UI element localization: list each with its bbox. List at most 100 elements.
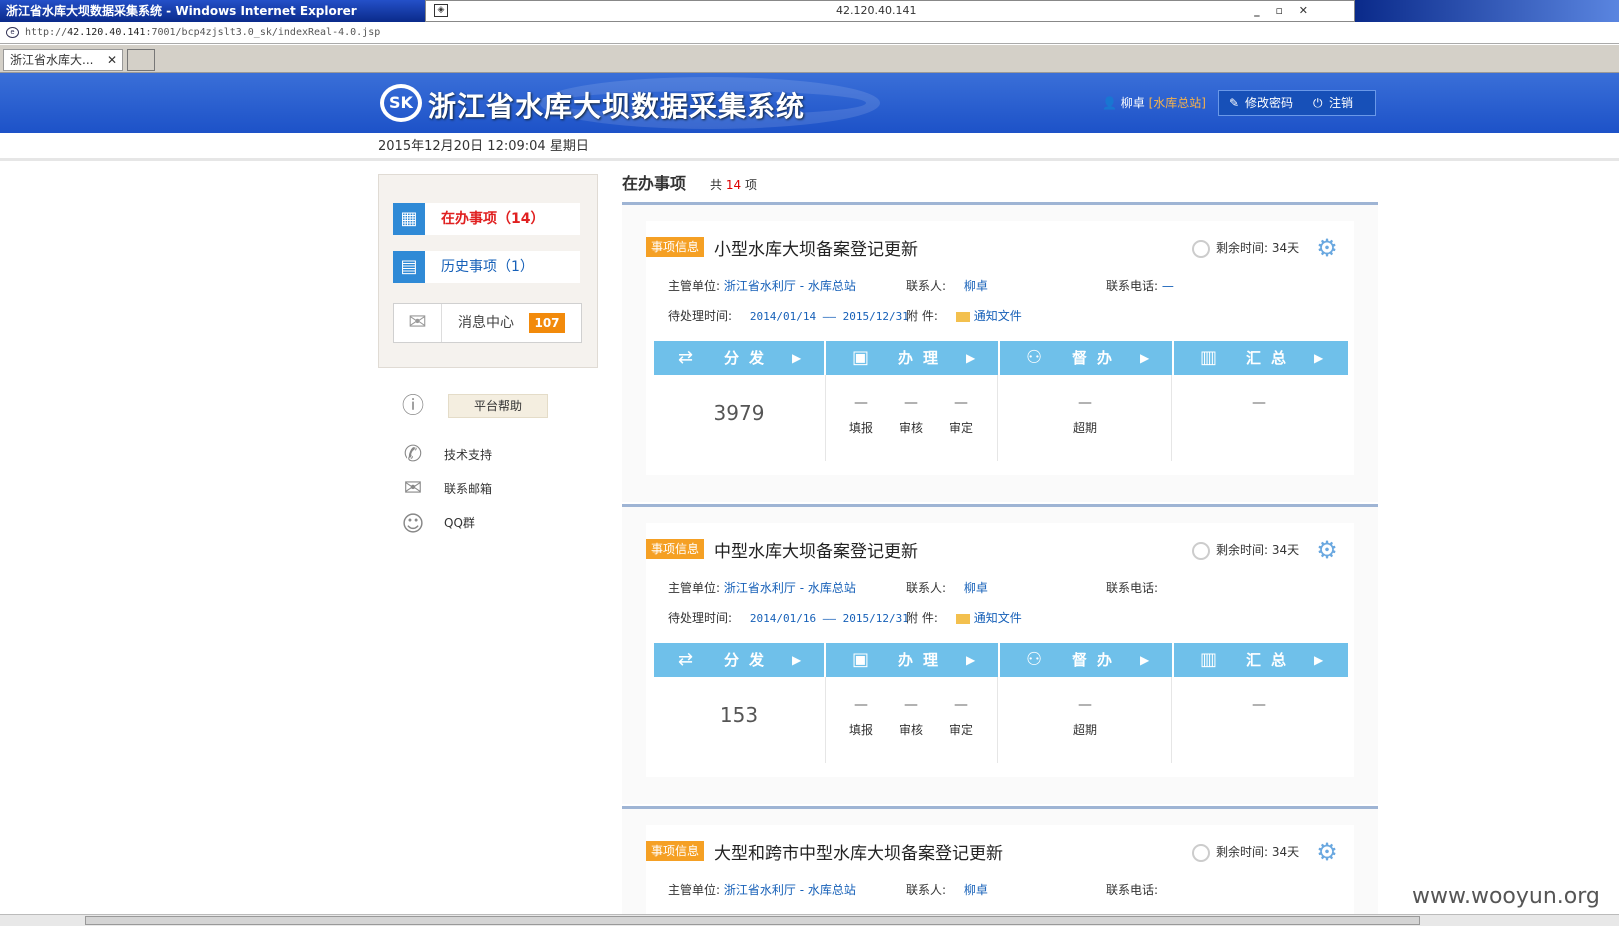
header-banner: SK 浙江省水库大坝数据采集系统 👤 柳卓 [水库总站] ✎ 修改密码 ⏻ 注销: [0, 73, 1619, 133]
gear-icon[interactable]: ⚙: [1314, 235, 1340, 261]
contact-row: 联系人: 柳卓: [906, 277, 988, 294]
org-value[interactable]: 浙江省水利厅 - 水库总站: [724, 581, 856, 595]
overdue-stat[interactable]: — 超期: [1060, 395, 1110, 436]
arrow-right-icon: ▶: [792, 351, 802, 365]
attach-label: 附 件:: [906, 611, 938, 625]
message-center[interactable]: ✉ 消息中心 107: [393, 303, 582, 343]
contact-row: 联系人: 柳卓: [906, 881, 988, 898]
supervise-button[interactable]: ⚇ 督办 ▶: [1002, 643, 1174, 677]
fill-label: 填报: [848, 723, 873, 737]
time-label: 待处理时间:: [668, 309, 733, 323]
org-value[interactable]: 浙江省水利厅 - 水库总站: [724, 883, 856, 897]
distribute-button[interactable]: ⇄ 分发 ▶: [654, 643, 826, 677]
remaining-time-text: 剩余时间: 34天: [1216, 241, 1300, 255]
task-title[interactable]: 中型水库大坝备案登记更新: [714, 537, 918, 562]
horizontal-scrollbar[interactable]: [0, 914, 1619, 926]
scrollbar-thumb[interactable]: [85, 916, 1420, 925]
distribute-count-cell: 3979: [654, 375, 826, 461]
approve-label: 审定: [948, 421, 973, 435]
gear-icon[interactable]: ⚙: [1314, 537, 1340, 563]
org-row: 主管单位: 浙江省水利厅 - 水库总站: [668, 579, 856, 596]
approve-stat[interactable]: — 审定: [936, 395, 986, 436]
fill-stat[interactable]: — 填报: [836, 697, 886, 738]
handle-button[interactable]: ▣ 办理 ▶: [828, 643, 1000, 677]
phone-value: —: [1161, 279, 1174, 293]
user-org[interactable]: [水库总站]: [1149, 96, 1206, 110]
shuffle-icon: ⇄: [678, 347, 694, 368]
phone-row: 联系电话: —: [1106, 277, 1174, 294]
time-value: 2014/01/16 —— 2015/12/31: [749, 612, 909, 625]
distribute-count[interactable]: 3979: [654, 401, 824, 425]
users-icon: ⚇: [1026, 649, 1043, 670]
page-title: 在办事项: [622, 174, 687, 193]
new-tab-button[interactable]: [127, 49, 155, 71]
handle-button[interactable]: ▣ 办理 ▶: [828, 341, 1000, 375]
task-tag: 事项信息: [646, 539, 704, 559]
host-bar: ◈ 42.120.40.141 _ ▫ ✕: [425, 0, 1355, 22]
bar-chart-icon: ▥: [1200, 347, 1218, 368]
action-label: 分发: [724, 349, 775, 367]
count-value: 14: [725, 178, 742, 192]
message-center-label: 消息中心: [458, 315, 514, 331]
remaining-time-text: 剩余时间: 34天: [1216, 845, 1300, 859]
window-controls[interactable]: _ ▫ ✕: [1254, 1, 1314, 21]
handle-stats-cell: — 填报 — 审核 — 审定: [826, 375, 998, 461]
titlebar-fill: [1355, 0, 1619, 22]
overdue-stat[interactable]: — 超期: [1060, 697, 1110, 738]
contact-value[interactable]: 柳卓: [964, 279, 988, 293]
gear-icon[interactable]: ⚙: [1314, 839, 1340, 865]
summary-stat[interactable]: —: [1234, 697, 1284, 721]
arrow-right-icon: ▶: [966, 351, 976, 365]
attach-row: 附 件: 通知文件: [906, 609, 1022, 626]
logout-button[interactable]: 注销: [1329, 91, 1353, 115]
summary-stat[interactable]: —: [1234, 395, 1284, 419]
handle-stats-cell: — 填报 — 审核 — 审定: [826, 677, 998, 763]
task-title[interactable]: 小型水库大坝备案登记更新: [714, 235, 918, 260]
platform-help-button[interactable]: 平台帮助: [448, 394, 548, 418]
arrow-right-icon: ▶: [1140, 351, 1150, 365]
review-stat[interactable]: — 审核: [886, 395, 936, 436]
sidebar-item-pending[interactable]: ▦ 在办事项（14）: [393, 203, 580, 235]
envelope-icon: ✉: [394, 304, 442, 342]
task-tag: 事项信息: [646, 237, 704, 257]
distribute-count-cell: 153: [654, 677, 826, 763]
mail-icon: ✉: [403, 476, 423, 501]
contact-email-link[interactable]: 联系邮箱: [444, 480, 492, 497]
sidebar-item-history[interactable]: ▤ 历史事项（1）: [393, 251, 580, 283]
distribute-count[interactable]: 153: [654, 703, 824, 727]
review-stat[interactable]: — 审核: [886, 697, 936, 738]
supervise-stats-cell: — 超期: [1000, 677, 1172, 763]
tech-support-link[interactable]: 技术支持: [444, 446, 492, 463]
overdue-value: —: [1078, 697, 1092, 713]
user-info: 👤 柳卓 [水库总站]: [1102, 91, 1206, 115]
fill-stat[interactable]: — 填报: [836, 395, 886, 436]
attach-link[interactable]: 通知文件: [974, 309, 1022, 323]
tab-current[interactable]: 浙江省水库大... ✕: [3, 49, 123, 71]
change-password-button[interactable]: 修改密码: [1245, 91, 1293, 115]
contact-value[interactable]: 柳卓: [964, 883, 988, 897]
arrow-right-icon: ▶: [792, 653, 802, 667]
contact-value[interactable]: 柳卓: [964, 581, 988, 595]
task-title[interactable]: 大型和跨市中型水库大坝备案登记更新: [714, 839, 1003, 864]
summary-button[interactable]: ▥ 汇总 ▶: [1176, 643, 1348, 677]
distribute-button[interactable]: ⇄ 分发 ▶: [654, 341, 826, 375]
attach-link[interactable]: 通知文件: [974, 611, 1022, 625]
arrow-right-icon: ▶: [1314, 653, 1324, 667]
summary-button[interactable]: ▥ 汇总 ▶: [1176, 341, 1348, 375]
phone-icon: ✆: [403, 442, 423, 467]
sidebar: ▦ 在办事项（14） ▤ 历史事项（1） ✉ 消息中心 107: [378, 174, 598, 368]
logo-icon: SK: [380, 84, 422, 122]
supervise-button[interactable]: ⚇ 督办 ▶: [1002, 341, 1174, 375]
task-card: 事项信息 大型和跨市中型水库大坝备案登记更新 剩余时间: 34天 ⚙ 主管单位:…: [622, 806, 1378, 914]
fill-label: 填报: [848, 421, 873, 435]
qq-group-link[interactable]: QQ群: [444, 514, 475, 531]
attach-row: 附 件: 通知文件: [906, 307, 1022, 324]
address-bar[interactable]: e http://42.120.40.141:7001/bcp4zjslt3.0…: [0, 22, 1619, 44]
close-tab-icon[interactable]: ✕: [107, 50, 117, 70]
phone-label: 联系电话:: [1106, 279, 1159, 293]
org-value[interactable]: 浙江省水利厅 - 水库总站: [724, 279, 856, 293]
users-icon: ⚇: [1026, 347, 1043, 368]
contact-label: 联系人:: [906, 581, 947, 595]
approve-stat[interactable]: — 审定: [936, 697, 986, 738]
org-label: 主管单位:: [668, 883, 721, 897]
